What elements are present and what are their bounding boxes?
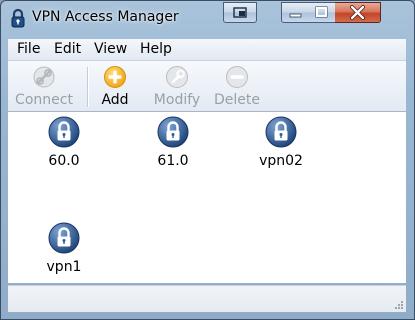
menu-view[interactable]: View <box>94 41 127 57</box>
menu-edit[interactable]: Edit <box>54 41 81 57</box>
padlock-icon <box>48 222 80 254</box>
padlock-app-icon <box>11 8 25 28</box>
extra-window-button[interactable] <box>223 2 257 23</box>
menu-help[interactable]: Help <box>140 41 172 57</box>
connection-name: 60.0 <box>48 153 80 169</box>
maximize-button[interactable] <box>308 2 336 23</box>
extra-window-icon <box>233 7 247 18</box>
wrench-icon <box>166 66 188 88</box>
modify-button[interactable]: Modify <box>151 65 203 108</box>
connect-button[interactable]: Connect <box>14 65 74 108</box>
close-button[interactable] <box>335 2 381 23</box>
delete-button[interactable]: Delete <box>212 65 262 108</box>
title-bar[interactable]: VPN Access Manager <box>1 1 414 35</box>
modify-label: Modify <box>153 92 201 108</box>
minus-icon <box>226 66 248 88</box>
connection-item[interactable]: 60.0 <box>29 116 99 169</box>
add-button[interactable]: Add <box>95 65 135 108</box>
menu-file[interactable]: File <box>17 41 40 57</box>
status-bar <box>8 285 406 312</box>
menu-bar: File Edit View Help <box>8 39 406 61</box>
minimize-button[interactable] <box>281 2 310 23</box>
connection-item[interactable]: vpn1 <box>29 222 99 275</box>
padlock-icon <box>157 116 189 148</box>
delete-label: Delete <box>214 92 260 108</box>
close-icon <box>350 5 365 20</box>
resize-grip-icon[interactable] <box>392 298 404 310</box>
padlock-icon <box>265 116 297 148</box>
toolbar-separator <box>87 67 88 107</box>
toolbar: Connect Add Modify Delete <box>8 61 406 112</box>
connection-item[interactable]: 61.0 <box>138 116 208 169</box>
connection-name: vpn02 <box>259 153 303 169</box>
connection-list: 60.0 61.0 vpn02 vpn1 <box>8 112 406 283</box>
connect-icon <box>33 66 55 88</box>
minimize-icon <box>289 13 302 18</box>
add-label: Add <box>101 92 129 108</box>
app-window: VPN Access Manager File Edit View Help C… <box>0 0 415 320</box>
padlock-icon <box>48 116 80 148</box>
maximize-icon <box>315 6 328 18</box>
connection-item[interactable]: vpn02 <box>246 116 316 169</box>
add-icon <box>104 66 126 88</box>
connect-label: Connect <box>15 92 73 108</box>
connection-name: 61.0 <box>157 153 189 169</box>
connection-name: vpn1 <box>46 259 82 275</box>
window-title: VPN Access Manager <box>32 9 179 25</box>
